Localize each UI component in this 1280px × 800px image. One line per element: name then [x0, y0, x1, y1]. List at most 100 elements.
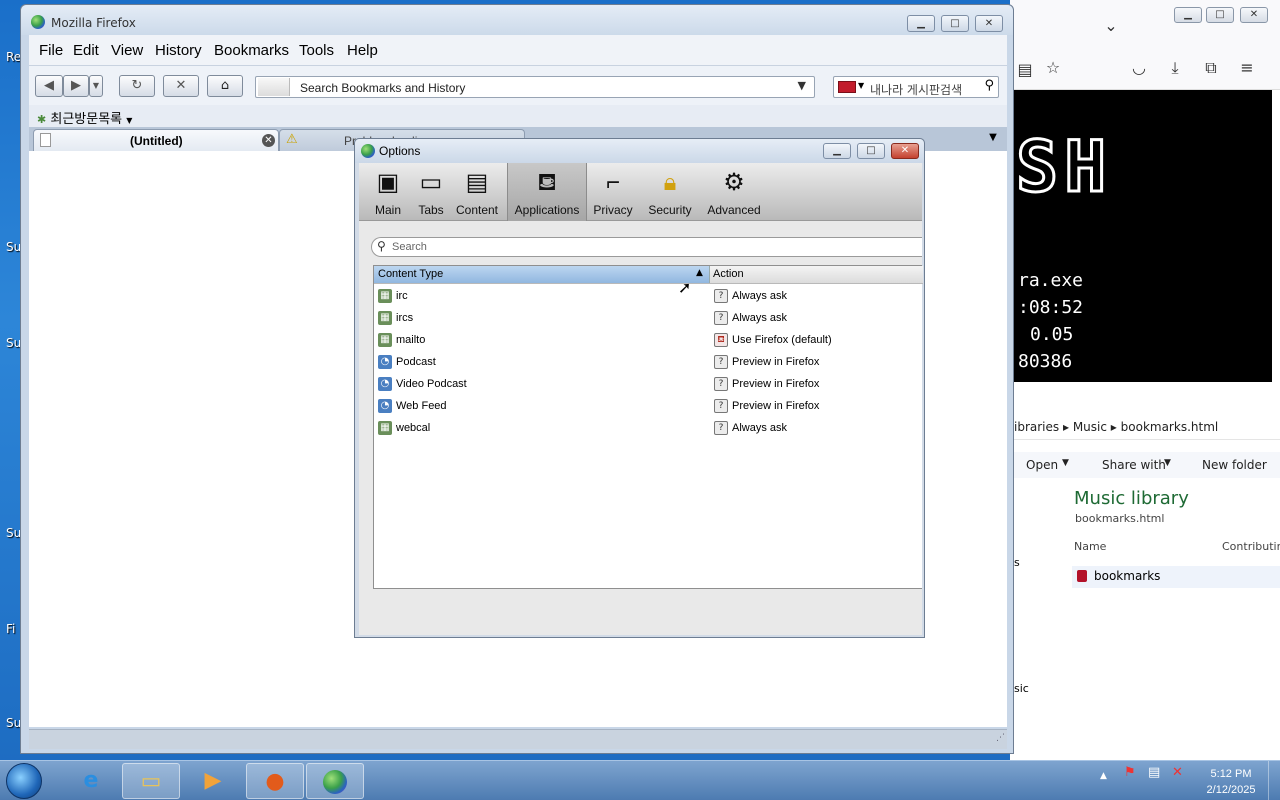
forward-button[interactable]: ▶ [63, 75, 89, 97]
show-desktop-button[interactable] [1268, 761, 1280, 800]
list-item[interactable]: ◔ Podcast ? Preview in Firefox [374, 352, 923, 374]
content-type-name: Podcast [396, 356, 436, 368]
resize-grip-icon[interactable]: ⋰ [996, 733, 1005, 743]
url-bar[interactable]: Search Bookmarks and History ▼ [255, 76, 815, 98]
reader-view-icon[interactable]: ▤ [1014, 60, 1036, 79]
background-browser-window: ▁ □ ✕ ⌄ ▤ ☆ ◡ ⤓ ⧉ ≡ SH ra.exe :08:52 0.0… [1010, 0, 1280, 760]
minimize-button[interactable]: ▁ [1174, 7, 1202, 23]
media-player-icon[interactable]: ▶ [184, 763, 242, 799]
action-label[interactable]: Always ask [732, 422, 787, 434]
action-label[interactable]: Preview in Firefox [732, 378, 819, 390]
maximize-button[interactable]: □ [941, 15, 969, 32]
search-input[interactable]: ⚲ Search [371, 237, 922, 257]
pane-content[interactable]: ▤ Content [453, 163, 501, 221]
volume-muted-icon[interactable]: ✕ [1172, 765, 1183, 780]
list-item[interactable]: ▦ mailto ⛾ Use Firefox (default) [374, 330, 923, 352]
file-explorer-icon[interactable]: ▭ [122, 763, 180, 799]
close-tab-icon[interactable]: ✕ [262, 134, 275, 147]
action-label[interactable]: Use Firefox (default) [732, 334, 832, 346]
column-header-action[interactable]: Action [713, 268, 744, 280]
action-label[interactable]: Always ask [732, 290, 787, 302]
home-button[interactable]: ⌂ [207, 75, 243, 97]
chevron-down-icon[interactable]: ▼ [858, 81, 864, 90]
list-item[interactable]: ▦ webcal ? Always ask [374, 418, 923, 440]
maximize-button[interactable]: □ [1206, 7, 1234, 23]
firefox-taskbar-icon[interactable]: ● [246, 763, 304, 799]
system-clock[interactable]: 5:12 PM 2/12/2025 [1196, 766, 1266, 798]
list-item[interactable]: ▦ irc ? Always ask [374, 286, 923, 308]
breadcrumb-separator: ▸ [1110, 420, 1121, 434]
column-header-contributing[interactable]: Contributin [1222, 540, 1280, 553]
column-header-name[interactable]: Name [1074, 540, 1106, 553]
close-button[interactable]: ✕ [975, 15, 1003, 32]
action-center-icon[interactable]: ⚑ [1124, 765, 1136, 780]
file-item[interactable]: bookmarks [1072, 566, 1280, 588]
new-folder-button[interactable]: New folder [1202, 458, 1267, 472]
hamburger-menu-icon[interactable]: ≡ [1236, 58, 1258, 77]
pane-label: Advanced [707, 203, 761, 217]
pane-main[interactable]: ▣ Main [365, 163, 411, 221]
dialog-titlebar[interactable]: Options ▁ □ ✕ [355, 139, 924, 163]
chevron-down-icon[interactable]: ▼ [798, 79, 806, 92]
tab-untitled[interactable]: (Untitled) ✕ [33, 129, 279, 151]
stop-button[interactable]: ✕ [163, 75, 199, 97]
content-type-name: irc [396, 290, 408, 302]
share-with-button[interactable]: Share with [1102, 458, 1166, 472]
star-icon[interactable]: ☆ [1042, 58, 1064, 77]
bookmark-folder[interactable]: ✱ 최근방문목록 ▼ [37, 108, 132, 127]
menu-view[interactable]: View [111, 42, 143, 59]
window-titlebar[interactable]: Mozilla Firefox ▁ □ ✕ [21, 5, 1013, 35]
network-icon[interactable]: ▤ [1148, 765, 1160, 780]
action-label[interactable]: Always ask [732, 312, 787, 324]
menu-help[interactable]: Help [347, 42, 378, 59]
back-button[interactable]: ◀ [35, 75, 63, 97]
menu-tools[interactable]: Tools [299, 42, 334, 59]
menu-edit[interactable]: Edit [73, 42, 99, 59]
list-item[interactable]: ▦ ircs ? Always ask [374, 308, 923, 330]
download-icon[interactable]: ⤓ [1164, 58, 1186, 78]
firefox-options-taskbar-icon[interactable] [306, 763, 364, 799]
search-bar[interactable]: ▼ 내나라 게시판검색 ⚲ [833, 76, 999, 98]
show-hidden-icons[interactable]: ▲ [1100, 771, 1107, 781]
background-toolbar: ▁ □ ✕ ⌄ ▤ ☆ ◡ ⤓ ⧉ ≡ [1010, 0, 1280, 90]
history-dropdown-button[interactable]: ▼ [89, 75, 103, 97]
pane-security[interactable]: 🔒︎ Security [645, 163, 695, 221]
pane-applications[interactable]: ⛾ Applications [507, 163, 587, 221]
start-button[interactable] [6, 763, 42, 799]
close-button[interactable]: ✕ [1240, 7, 1268, 23]
menu-history[interactable]: History [155, 42, 202, 59]
action-label[interactable]: Preview in Firefox [732, 356, 819, 368]
file-icon [1077, 570, 1087, 582]
pane-tabs[interactable]: ▭ Tabs [411, 163, 451, 221]
action-label[interactable]: Preview in Firefox [732, 400, 819, 412]
list-all-tabs-icon[interactable]: ▼ [985, 132, 1001, 144]
terminal-line: ra.exe [1018, 270, 1084, 291]
breadcrumb-item[interactable]: ibraries [1014, 420, 1059, 434]
breadcrumb-item[interactable]: bookmarks.html [1121, 420, 1219, 434]
internet-explorer-icon[interactable]: e [62, 763, 120, 799]
list-item[interactable]: ◔ Web Feed ? Preview in Firefox [374, 396, 923, 418]
close-button[interactable]: ✕ [891, 143, 919, 159]
search-icon[interactable]: ⚲ [984, 78, 994, 93]
feed-icon: ◔ [378, 355, 392, 369]
menu-file[interactable]: File [39, 42, 63, 59]
open-button[interactable]: Open [1026, 458, 1058, 472]
privacy-icon: ⌐ [605, 169, 620, 196]
list-item[interactable]: ◔ Video Podcast ? Preview in Firefox [374, 374, 923, 396]
extensions-icon[interactable]: ⧉ [1200, 58, 1222, 78]
terminal-banner: SH [1014, 125, 1113, 210]
pane-advanced[interactable]: ⚙ Advanced [703, 163, 765, 221]
maximize-button[interactable]: □ [857, 143, 885, 159]
search-engine-icon[interactable] [838, 81, 856, 93]
reload-button[interactable]: ↻ [119, 75, 155, 97]
chevron-down-icon[interactable]: ⌄ [1100, 16, 1122, 35]
menu-bookmarks[interactable]: Bookmarks [214, 42, 289, 59]
minimize-button[interactable]: ▁ [823, 143, 851, 159]
breadcrumb[interactable]: ibraries ▸ Music ▸ bookmarks.html [1010, 416, 1280, 440]
breadcrumb-item[interactable]: Music [1073, 420, 1107, 434]
column-header-content-type[interactable]: Content Type [374, 266, 710, 283]
pane-privacy[interactable]: ⌐ Privacy [589, 163, 637, 221]
minimize-button[interactable]: ▁ [907, 15, 935, 32]
url-placeholder: Search Bookmarks and History [300, 81, 466, 95]
pocket-icon[interactable]: ◡ [1128, 58, 1150, 77]
